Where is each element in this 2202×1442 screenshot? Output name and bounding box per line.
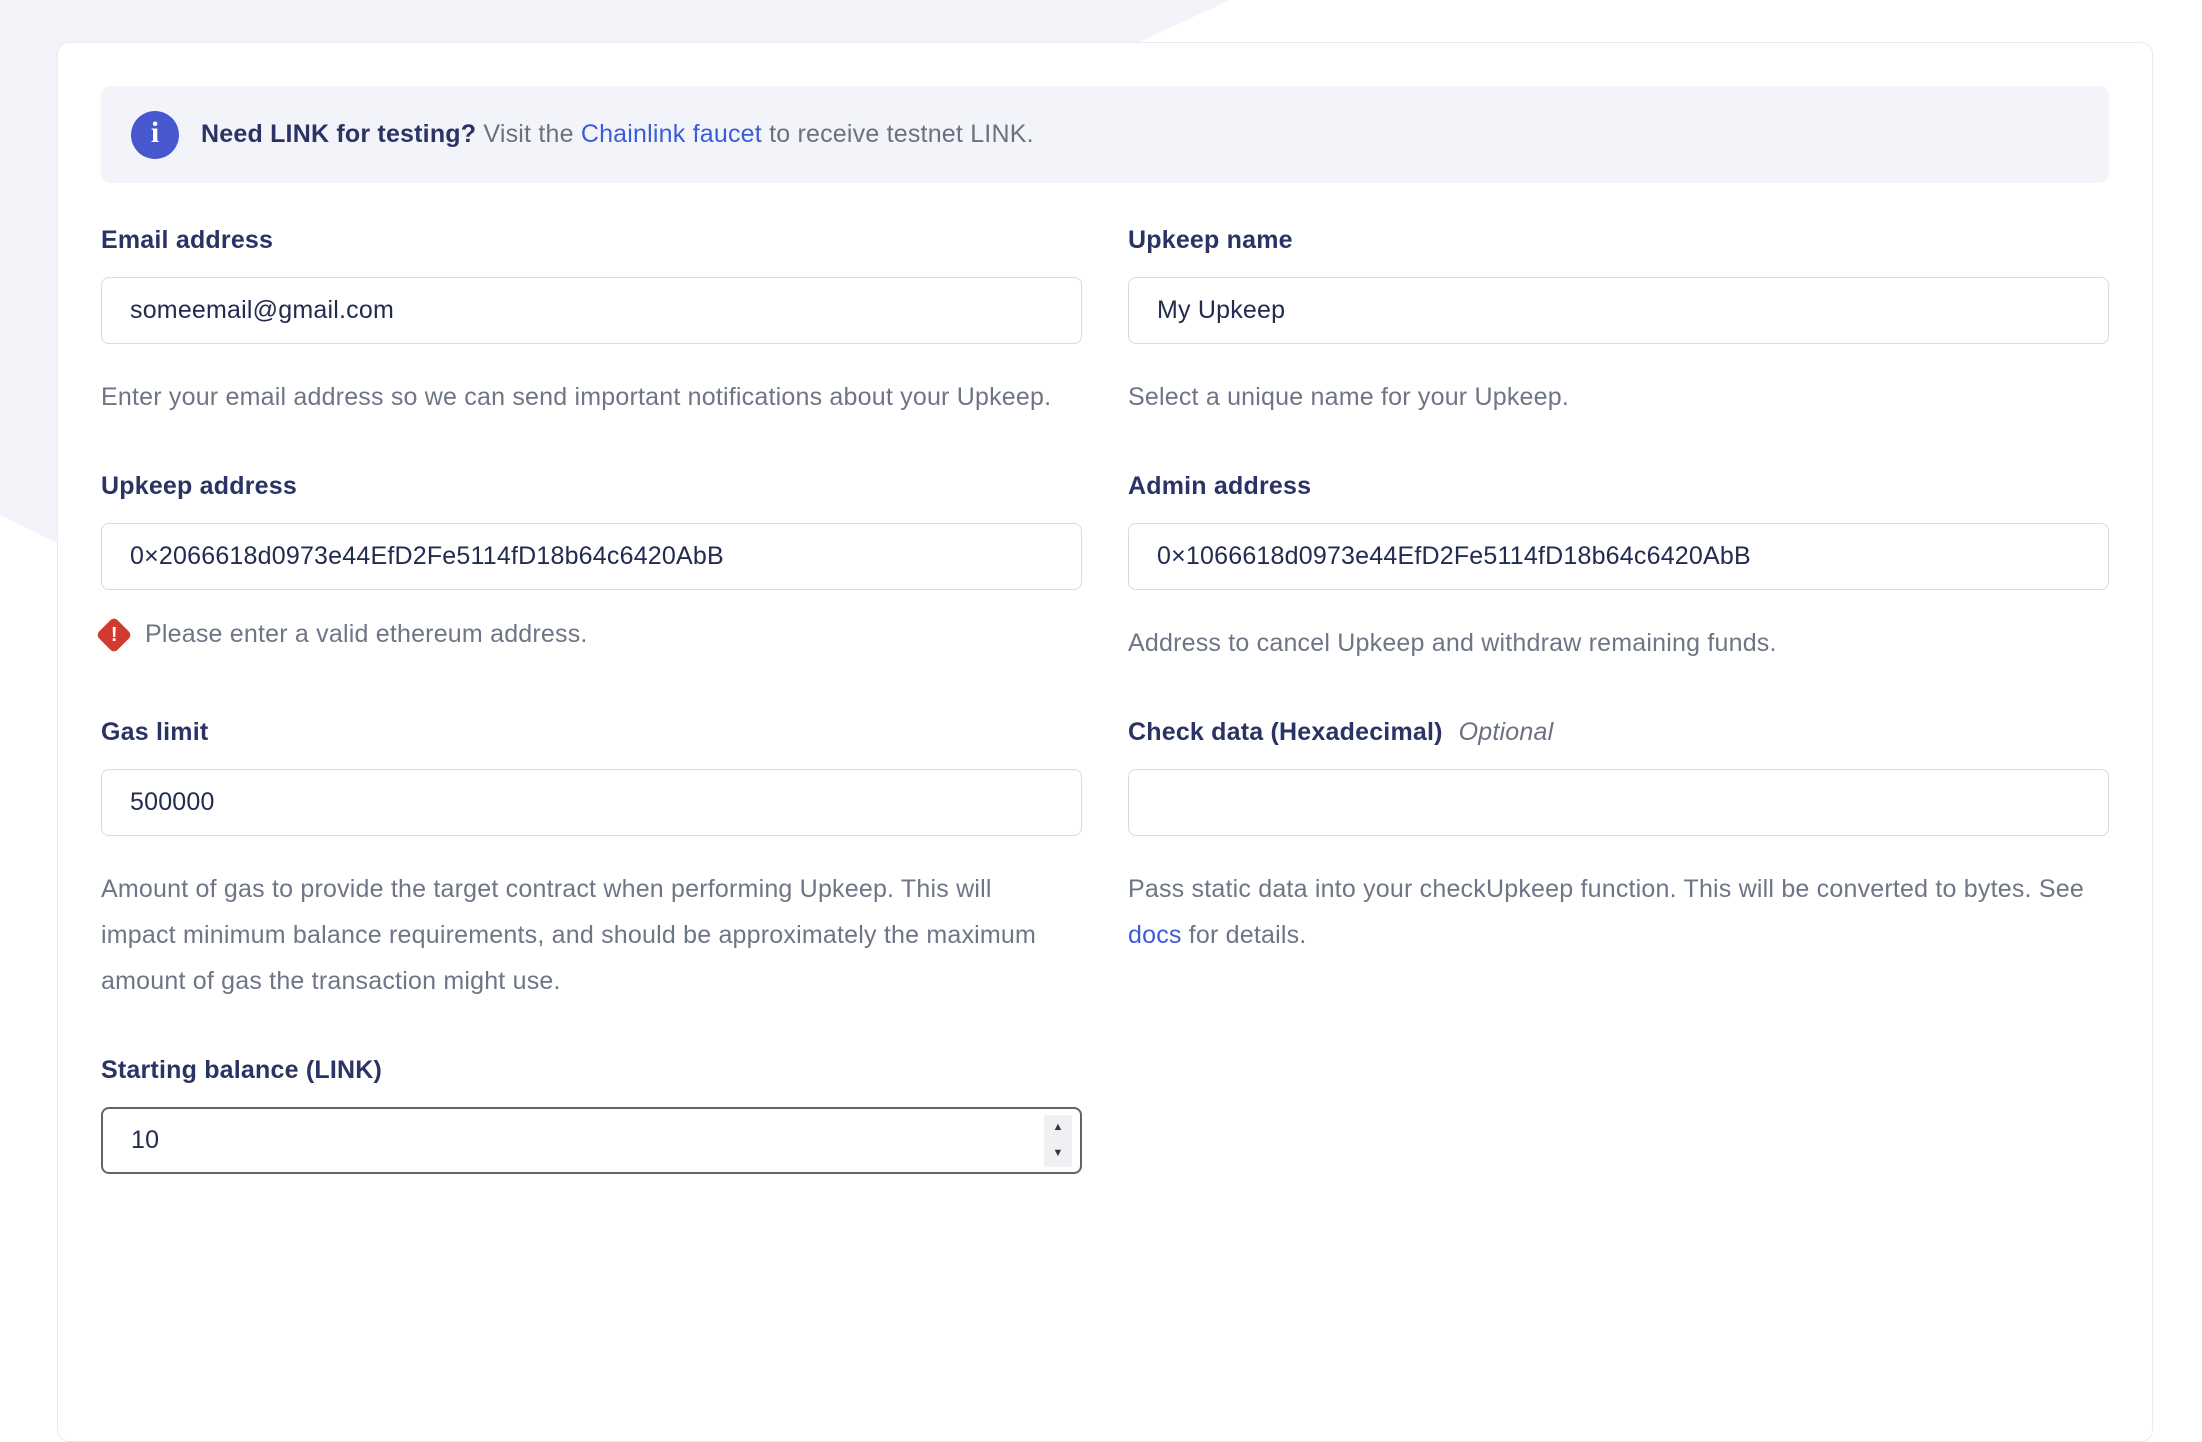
register-upkeep-form-card: i Need LINK for testing? Visit the Chain… xyxy=(57,42,2153,1442)
upkeep-name-input[interactable] xyxy=(1128,277,2109,344)
email-address-label: Email address xyxy=(101,226,274,254)
check-data-helper-suffix: for details. xyxy=(1181,921,1307,949)
check-data-input[interactable] xyxy=(1128,769,2109,836)
upkeep-address-error: ! Please enter a valid ethereum address. xyxy=(95,616,1082,653)
starting-balance-input[interactable] xyxy=(101,1107,1082,1174)
error-text: Please enter a valid ethereum address. xyxy=(145,620,588,648)
banner-regular-prefix: Visit the xyxy=(476,120,581,148)
optional-tag: Optional xyxy=(1458,718,1554,746)
banner-regular-suffix: to receive testnet LINK. xyxy=(761,120,1034,148)
upkeep-name-helper: Select a unique name for your Upkeep. xyxy=(1128,383,1569,411)
field-check-data: Check data (Hexadecimal) Optional Pass s… xyxy=(1128,718,2109,1004)
field-starting-balance: Starting balance (LINK) ▲ ▼ xyxy=(101,1056,1082,1174)
chainlink-faucet-link[interactable]: Chainlink faucet xyxy=(581,120,762,148)
field-upkeep-address: Upkeep address ! Please enter a valid et… xyxy=(95,472,1082,666)
upkeep-name-label: Upkeep name xyxy=(1128,226,1293,254)
upkeep-address-label: Upkeep address xyxy=(101,472,297,500)
error-icon: ! xyxy=(95,616,133,653)
starting-balance-label: Starting balance (LINK) xyxy=(101,1056,383,1084)
link-faucet-info-banner: i Need LINK for testing? Visit the Chain… xyxy=(101,86,2109,183)
admin-address-helper: Address to cancel Upkeep and withdraw re… xyxy=(1128,629,1777,657)
field-email-address: Email address Enter your email address s… xyxy=(101,226,1082,420)
check-data-label: Check data (Hexadecimal) xyxy=(1128,718,1443,746)
banner-text: Need LINK for testing? Visit the Chainli… xyxy=(201,120,1034,149)
number-stepper[interactable]: ▲ ▼ xyxy=(1044,1114,1072,1167)
email-address-helper: Enter your email address so we can send … xyxy=(101,383,1052,411)
admin-address-input[interactable] xyxy=(1128,523,2109,590)
upkeep-address-input[interactable] xyxy=(101,523,1082,590)
gas-limit-input[interactable] xyxy=(101,769,1082,836)
stepper-down-icon[interactable]: ▼ xyxy=(1044,1141,1072,1167)
gas-limit-label: Gas limit xyxy=(101,718,209,746)
check-data-helper-prefix: Pass static data into your checkUpkeep f… xyxy=(1128,875,2084,903)
check-data-helper: Pass static data into your checkUpkeep f… xyxy=(1128,866,2109,958)
field-upkeep-name: Upkeep name Select a unique name for you… xyxy=(1128,226,2109,420)
field-gas-limit: Gas limit Amount of gas to provide the t… xyxy=(101,718,1082,1004)
stepper-up-icon[interactable]: ▲ xyxy=(1044,1115,1072,1141)
info-icon: i xyxy=(131,110,179,159)
docs-link[interactable]: docs xyxy=(1128,921,1182,949)
admin-address-label: Admin address xyxy=(1128,472,1312,500)
field-admin-address: Admin address Address to cancel Upkeep a… xyxy=(1128,472,2109,666)
email-address-input[interactable] xyxy=(101,277,1082,344)
gas-limit-helper: Amount of gas to provide the target cont… xyxy=(101,875,1037,995)
banner-bold-text: Need LINK for testing? xyxy=(201,120,477,148)
